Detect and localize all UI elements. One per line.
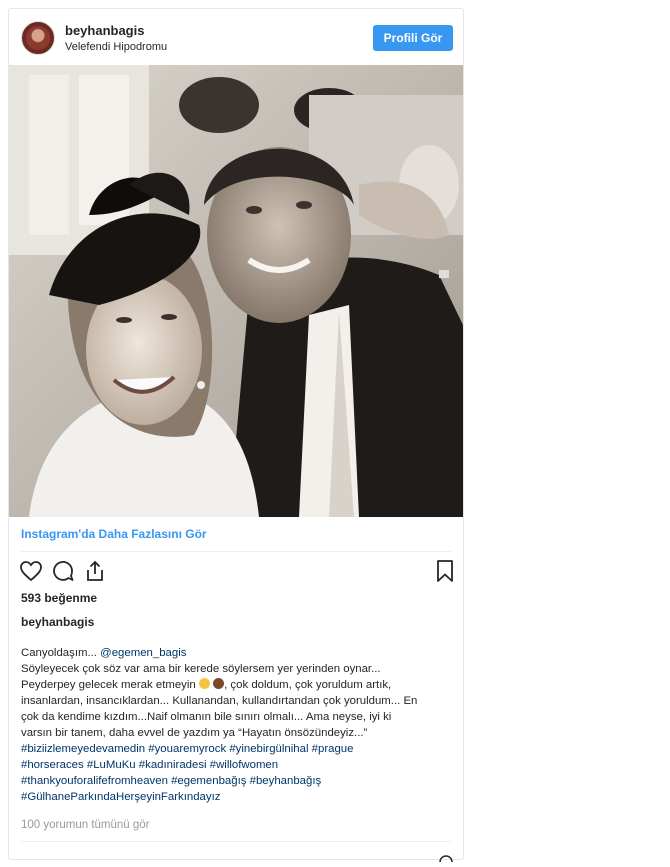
selfie-photo (9, 65, 463, 517)
caption-username[interactable]: beyhanbagis (21, 615, 94, 629)
hashtag-line: #GülhaneParkındaHerşeyinFarkındayız (21, 789, 449, 805)
hashtag-link[interactable]: #kadıniradesi (139, 759, 207, 771)
divider (21, 841, 451, 842)
post-header: beyhanbagis Velefendi Hipodromu Profili … (9, 9, 463, 65)
hashtag-link[interactable]: #yinebirgülnihal (229, 743, 308, 755)
caption-line: Söyleyecek çok söz var ama bir kerede sö… (21, 663, 381, 675)
action-bar (9, 559, 463, 587)
caption-line: Canyoldaşım... (21, 647, 101, 659)
hashtag-link[interactable]: #biziizlemeyedevamedin (21, 743, 145, 755)
view-profile-button[interactable]: Profili Gör (373, 25, 453, 51)
hashtag-link[interactable]: #beyhanbağış (250, 775, 322, 787)
hashtag-link[interactable]: #youaremyrock (148, 743, 226, 755)
hashtag-link[interactable]: #prague (312, 743, 354, 755)
share-icon[interactable] (83, 559, 109, 585)
caption-line: Peyderpey gelecek merak etmeyin (21, 679, 199, 691)
view-all-comments-link[interactable]: 100 yorumun tümünü gör (21, 819, 150, 831)
hashtag-line: #horseraces #LuMuKu #kadıniradesi #willo… (21, 757, 449, 773)
likes-count[interactable]: 593 beğenme (21, 591, 97, 605)
hashtag-link[interactable]: #LuMuKu (87, 759, 136, 771)
caption-text: Canyoldaşım... @egemen_bagis Söyleyecek … (21, 645, 449, 805)
heart-icon[interactable] (19, 559, 45, 585)
hashtag-link[interactable]: #thankyouforalifefromheaven (21, 775, 168, 787)
caption-line: , çok doldum, çok yoruldum artık, (224, 679, 392, 691)
monkey-emoji-icon (213, 678, 225, 689)
instagram-embed-card: beyhanbagis Velefendi Hipodromu Profili … (8, 8, 464, 863)
mention-link[interactable]: @egemen_bagis (100, 647, 186, 659)
laughing-emoji-icon (198, 678, 210, 689)
caption-line: insanlardan, insancıklardan... Kullanand… (21, 695, 418, 707)
hashtag-line: #thankyouforalifefromheaven #egemenbağış… (21, 773, 449, 789)
location-link[interactable]: Velefendi Hipodromu (65, 41, 167, 53)
view-more-on-instagram-link[interactable]: Instagram'da Daha Fazlasını Gör (21, 527, 207, 541)
bookmark-icon[interactable] (433, 559, 459, 585)
caption-line: varsın bir tanem, daha evvel de yazdım y… (21, 727, 368, 739)
hashtag-link[interactable]: #GülhaneParkındaHerşeyinFarkındayız (21, 791, 220, 803)
comment-icon (439, 849, 453, 863)
caption-line: çok da kendime kızdım...Naif olmanın bil… (21, 711, 392, 723)
post-photo[interactable] (9, 65, 463, 517)
divider (21, 551, 451, 552)
avatar[interactable] (21, 21, 55, 55)
username-link[interactable]: beyhanbagis (65, 23, 144, 38)
hashtag-link[interactable]: #horseraces (21, 759, 84, 771)
hashtag-link[interactable]: #willofwomen (210, 759, 278, 771)
hashtag-link[interactable]: #egemenbağış (171, 775, 246, 787)
comment-icon[interactable] (51, 559, 77, 585)
hashtag-line: #biziizlemeyedevamedin #youaremyrock #yi… (21, 741, 449, 757)
